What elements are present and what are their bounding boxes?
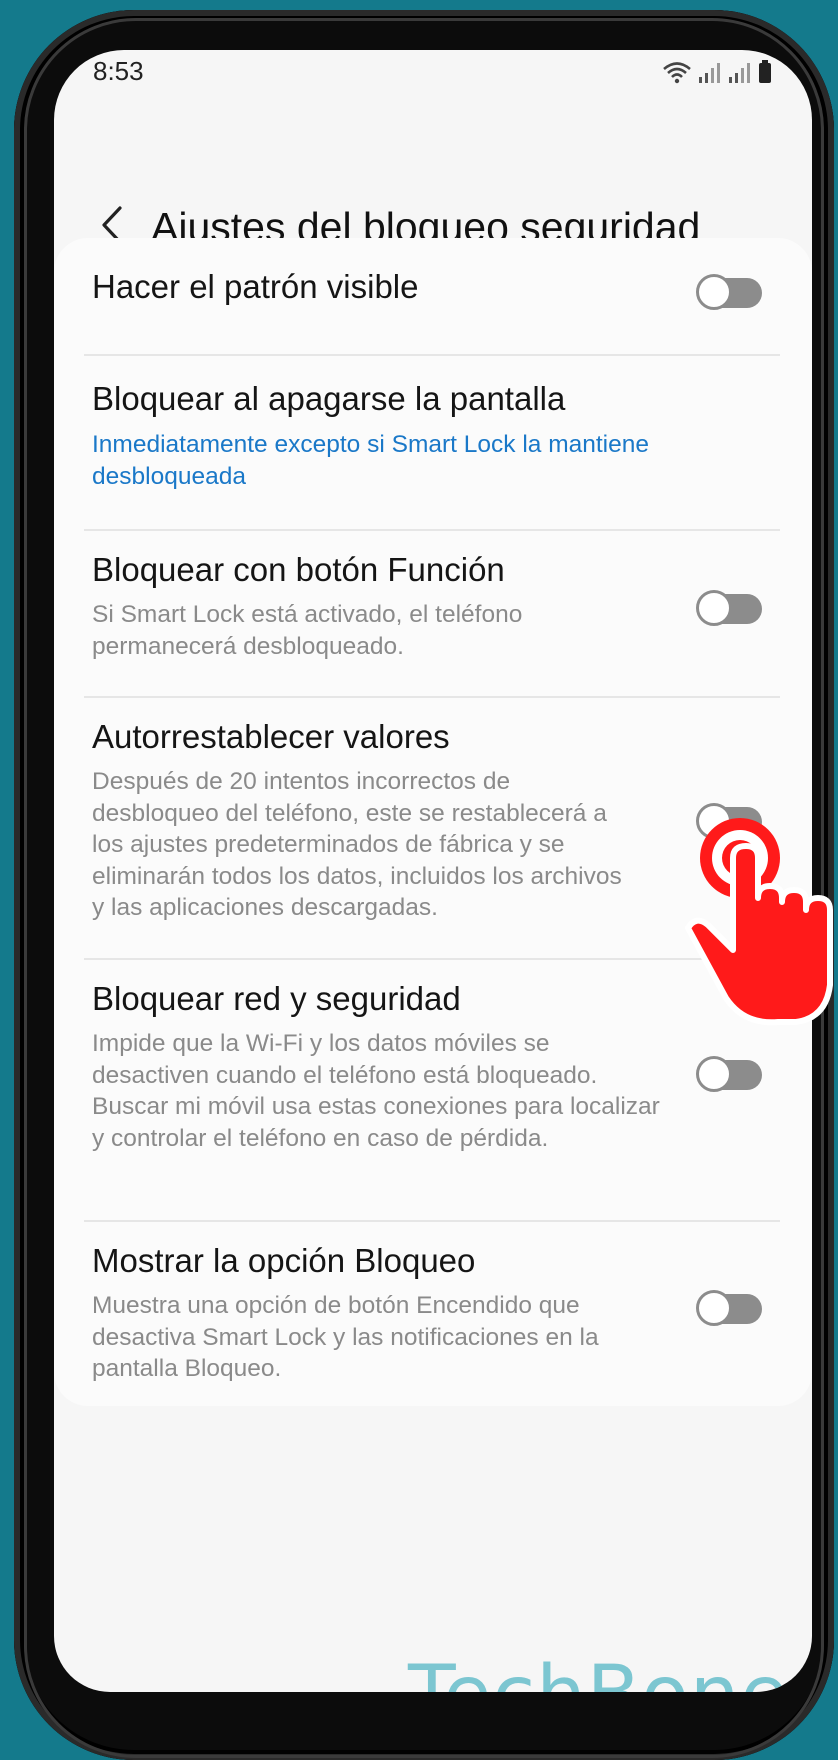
toggle-thumb: [696, 590, 732, 626]
setting-subtitle: Inmediatamente excepto si Smart Lock la …: [92, 431, 649, 490]
toggle-switch[interactable]: [696, 590, 762, 626]
tap-hand-icon: [685, 818, 833, 1026]
setting-title: Bloquear al apagarse la pantalla: [92, 380, 566, 417]
toggle-thumb: [696, 274, 732, 310]
setting-lock-screen-off[interactable]: Bloquear al apagarse la pantalla Inmedia…: [54, 356, 812, 512]
setting-subtitle: Si Smart Lock está activado, el teléfono…: [92, 601, 523, 660]
watermark-logo: TechBone: [408, 1650, 789, 1692]
setting-subtitle: Muestra una opción de botón Encendido qu…: [92, 1292, 599, 1382]
setting-title: Bloquear red y seguridad: [92, 980, 461, 1017]
toggle-switch[interactable]: [696, 274, 762, 310]
toggle-switch[interactable]: [696, 1056, 762, 1092]
setting-show-lockdown-option[interactable]: Mostrar la opción Bloqueo Muestra una op…: [54, 1222, 812, 1406]
setting-subtitle: Impide que la Wi-Fi y los datos móviles …: [92, 1030, 660, 1152]
setting-title: Bloquear con botón Función: [92, 551, 505, 588]
status-time: 8:53: [93, 56, 144, 86]
toggle-thumb: [696, 1290, 732, 1326]
wifi-icon: [663, 62, 691, 84]
setting-title: Mostrar la opción Bloqueo: [92, 1242, 476, 1279]
setting-lock-function-button[interactable]: Bloquear con botón Función Si Smart Lock…: [54, 531, 812, 697]
status-icons: [662, 60, 772, 84]
toggle-switch[interactable]: [696, 1290, 762, 1326]
signal-icon: [699, 63, 720, 83]
battery-icon: [759, 60, 771, 83]
setting-title: Hacer el patrón visible: [92, 268, 419, 305]
status-bar: 8:53: [54, 50, 812, 120]
setting-pattern-visible[interactable]: Hacer el patrón visible: [54, 238, 812, 354]
setting-subtitle: Después de 20 intentos incorrectos de de…: [92, 768, 622, 921]
toggle-thumb: [696, 1056, 732, 1092]
setting-title: Autorrestablecer valores: [92, 718, 450, 755]
signal-icon-2: [729, 63, 750, 83]
